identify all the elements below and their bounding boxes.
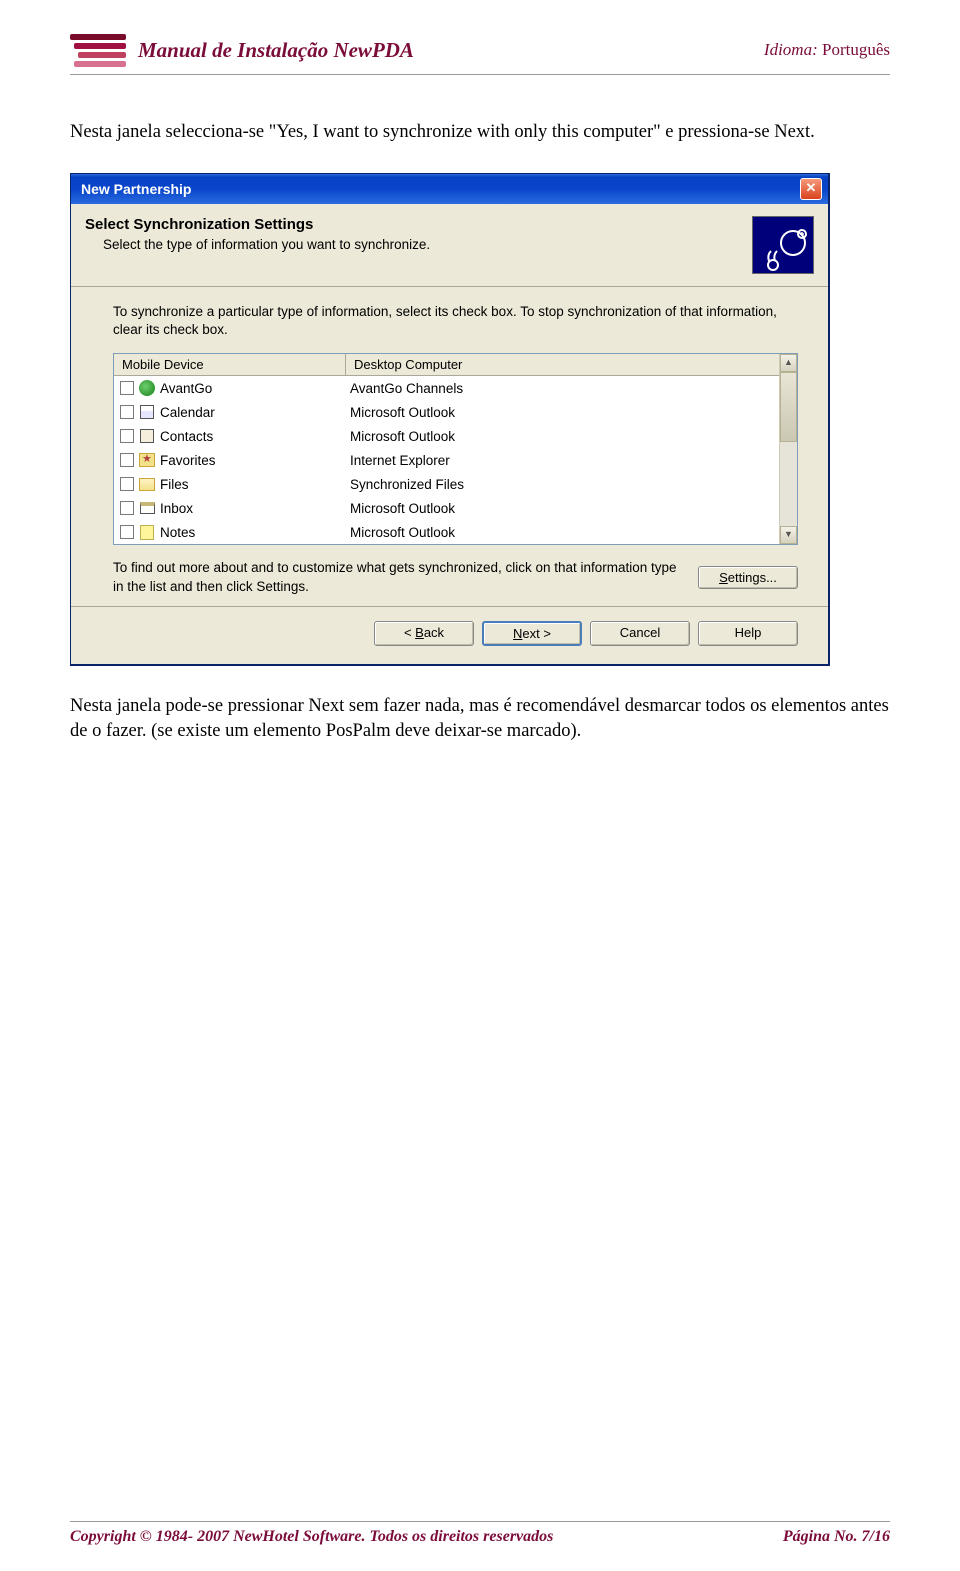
desktop-computer-label: Microsoft Outlook xyxy=(350,525,779,540)
item-icon xyxy=(138,403,156,421)
new-partnership-dialog: New Partnership ✕ Select Synchronization… xyxy=(70,173,830,666)
dialog-title: New Partnership xyxy=(81,181,191,197)
cancel-button[interactable]: Cancel xyxy=(590,621,690,646)
checkbox[interactable] xyxy=(120,453,134,467)
mobile-device-label: Favorites xyxy=(160,453,350,468)
mobile-device-label: AvantGo xyxy=(160,381,350,396)
wizard-heading: Select Synchronization Settings xyxy=(85,216,752,233)
wizard-button-row: < Back Next > Cancel Help xyxy=(71,606,828,664)
language-value: Português xyxy=(822,40,890,59)
sync-listbox[interactable]: Mobile Device Desktop Computer AvantGoAv… xyxy=(113,353,798,545)
sync-row[interactable]: InboxMicrosoft Outlook xyxy=(114,496,779,520)
scroll-thumb[interactable] xyxy=(780,372,797,442)
brand-logo-icon xyxy=(70,30,126,70)
mobile-device-label: Calendar xyxy=(160,405,350,420)
sync-row[interactable]: CalendarMicrosoft Outlook xyxy=(114,400,779,424)
item-icon xyxy=(138,451,156,469)
wizard-subheading: Select the type of information you want … xyxy=(103,237,752,252)
col-desktop-computer[interactable]: Desktop Computer xyxy=(346,354,779,375)
page-number: Página No. 7/16 xyxy=(783,1528,890,1546)
desktop-computer-label: Internet Explorer xyxy=(350,453,779,468)
header-left: Manual de Instalação NewPDA xyxy=(70,30,414,70)
checkbox[interactable] xyxy=(120,501,134,515)
desktop-computer-label: Microsoft Outlook xyxy=(350,405,779,420)
document-title: Manual de Instalação NewPDA xyxy=(138,38,414,63)
header-divider xyxy=(70,74,890,75)
sync-instructions: To synchronize a particular type of info… xyxy=(113,303,798,339)
col-mobile-device[interactable]: Mobile Device xyxy=(114,354,346,375)
item-icon xyxy=(138,475,156,493)
instruction-paragraph-1: Nesta janela selecciona-se "Yes, I want … xyxy=(70,120,890,145)
footer-divider xyxy=(70,1521,890,1522)
wizard-header: Select Synchronization Settings Select t… xyxy=(71,204,828,287)
checkbox[interactable] xyxy=(120,405,134,419)
back-button[interactable]: < Back xyxy=(374,621,474,646)
item-icon xyxy=(138,379,156,397)
desktop-computer-label: Microsoft Outlook xyxy=(350,501,779,516)
sync-row[interactable]: AvantGoAvantGo Channels xyxy=(114,376,779,400)
checkbox[interactable] xyxy=(120,381,134,395)
scroll-up-icon[interactable]: ▲ xyxy=(780,354,797,372)
checkbox[interactable] xyxy=(120,525,134,539)
item-icon xyxy=(138,523,156,541)
page-header: Manual de Instalação NewPDA Idioma: Port… xyxy=(70,30,890,70)
settings-button[interactable]: Settings... xyxy=(698,566,798,589)
language-indicator: Idioma: Português xyxy=(764,40,890,60)
sync-row[interactable]: ContactsMicrosoft Outlook xyxy=(114,424,779,448)
mobile-device-label: Notes xyxy=(160,525,350,540)
close-icon[interactable]: ✕ xyxy=(800,178,822,200)
settings-hint-text: To find out more about and to customize … xyxy=(113,559,682,595)
sync-header-icon xyxy=(752,216,814,274)
checkbox[interactable] xyxy=(120,477,134,491)
mobile-device-label: Contacts xyxy=(160,429,350,444)
sync-row[interactable]: FilesSynchronized Files xyxy=(114,472,779,496)
next-button[interactable]: Next > xyxy=(482,621,582,646)
mobile-device-label: Files xyxy=(160,477,350,492)
sync-row[interactable]: FavoritesInternet Explorer xyxy=(114,448,779,472)
help-button[interactable]: Help xyxy=(698,621,798,646)
column-headers: Mobile Device Desktop Computer xyxy=(114,354,779,376)
mobile-device-label: Inbox xyxy=(160,501,350,516)
desktop-computer-label: AvantGo Channels xyxy=(350,381,779,396)
desktop-computer-label: Synchronized Files xyxy=(350,477,779,492)
instruction-paragraph-2: Nesta janela pode-se pressionar Next sem… xyxy=(70,694,890,744)
page-footer: Copyright © 1984- 2007 NewHotel Software… xyxy=(70,1521,890,1546)
copyright-text: Copyright © 1984- 2007 NewHotel Software… xyxy=(70,1528,553,1546)
item-icon xyxy=(138,427,156,445)
scroll-down-icon[interactable]: ▼ xyxy=(780,526,797,544)
language-label: Idioma: xyxy=(764,40,822,59)
scrollbar[interactable]: ▲ ▼ xyxy=(779,354,797,544)
item-icon xyxy=(138,499,156,517)
wizard-body: To synchronize a particular type of info… xyxy=(71,287,828,606)
dialog-titlebar[interactable]: New Partnership ✕ xyxy=(71,174,828,204)
desktop-computer-label: Microsoft Outlook xyxy=(350,429,779,444)
sync-row[interactable]: NotesMicrosoft Outlook xyxy=(114,520,779,544)
checkbox[interactable] xyxy=(120,429,134,443)
